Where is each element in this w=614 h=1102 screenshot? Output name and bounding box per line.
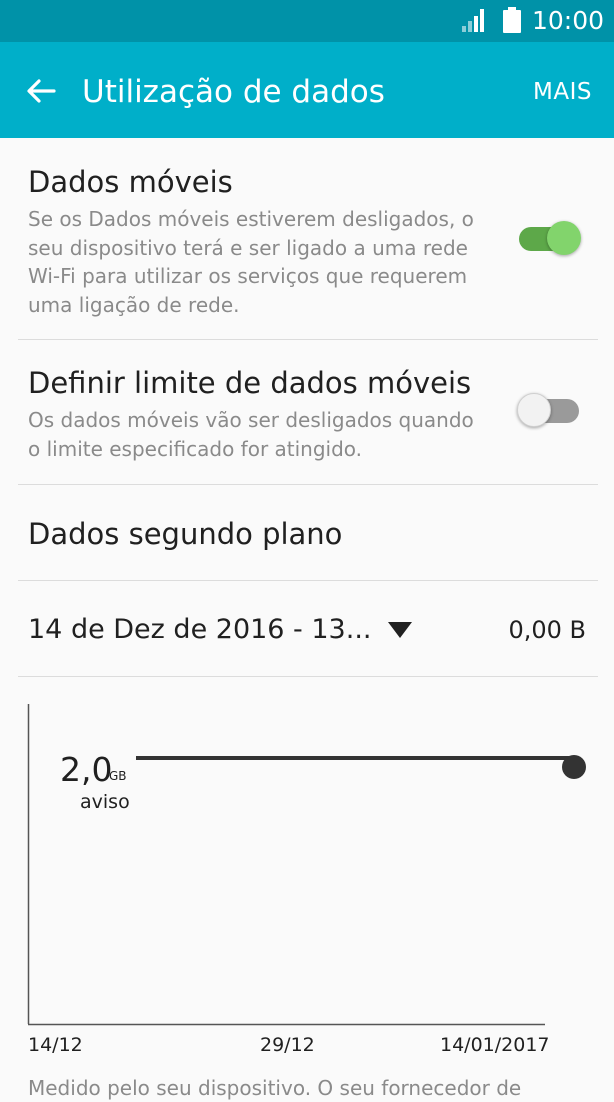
divider: [18, 580, 598, 581]
data-limit-setting[interactable]: Definir limite de dados móveis Os dados …: [28, 364, 490, 463]
footer-note: Medido pelo seu dispositivo. O seu forne…: [28, 1076, 522, 1100]
status-time: 10:00: [532, 6, 605, 35]
signal-icon: [462, 9, 484, 32]
back-button[interactable]: [18, 68, 64, 114]
background-data-setting[interactable]: Dados segundo plano: [28, 514, 342, 554]
x-tick-label: 14/12: [28, 1034, 83, 1056]
warning-label: aviso: [80, 791, 130, 813]
battery-icon: [503, 7, 521, 33]
x-tick-label: 14/01/2017: [440, 1034, 550, 1056]
warning-handle[interactable]: [562, 755, 586, 779]
warning-unit: GB: [109, 769, 127, 783]
back-arrow-icon: [27, 79, 56, 103]
toggle-thumb: [547, 221, 581, 255]
usage-cycle-selector[interactable]: 14 de Dez de 2016 - 13...: [28, 610, 372, 650]
toggle-thumb: [517, 393, 551, 427]
mobile-data-toggle[interactable]: [517, 220, 581, 258]
mobile-data-setting[interactable]: Dados móveis Se os Dados móveis estivere…: [28, 163, 490, 319]
more-button[interactable]: MAIS: [533, 76, 592, 108]
page-title: Utilização de dados: [82, 74, 385, 110]
mobile-data-title: Dados móveis: [28, 165, 233, 199]
data-limit-description: Os dados móveis vão ser desligados quand…: [28, 408, 474, 461]
usage-total: 0,00 B: [508, 616, 586, 644]
mobile-data-description: Se os Dados móveis estiverem desligados,…: [28, 207, 474, 317]
divider: [18, 676, 598, 677]
data-limit-title: Definir limite de dados móveis: [28, 366, 472, 400]
data-usage-chart: 2,0 GB aviso 14/12 29/12 14/01/2017: [27, 704, 586, 1056]
x-tick-label: 29/12: [260, 1034, 315, 1056]
divider: [18, 484, 598, 485]
divider: [18, 339, 598, 340]
data-limit-toggle[interactable]: [517, 392, 581, 430]
app-bar: Utilização de dados MAIS: [0, 42, 614, 138]
warning-value: 2,0: [60, 750, 112, 789]
dropdown-arrow-icon[interactable]: [388, 622, 412, 638]
status-bar: 10:00: [0, 0, 614, 42]
